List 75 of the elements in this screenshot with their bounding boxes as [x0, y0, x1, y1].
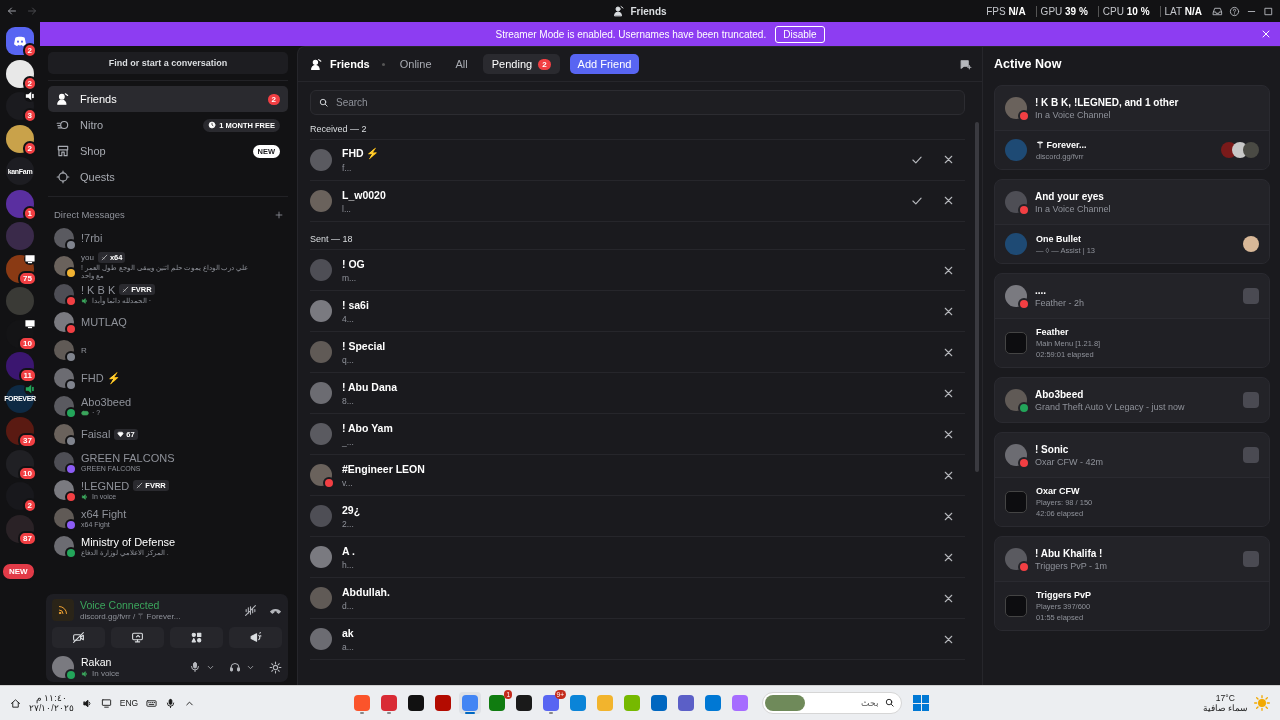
request-name: ! sa6i — [342, 298, 369, 311]
page-title: Friends — [330, 58, 370, 70]
request-username: 4... — [342, 313, 355, 324]
activity-status: In a Voice Channel — [1035, 109, 1112, 120]
unread-badge: 37 — [18, 433, 37, 448]
request-username: v... — [342, 477, 354, 488]
activity-user-name: And your eyes — [1035, 190, 1105, 202]
request-name: ak — [342, 626, 354, 639]
request-username: a... — [342, 641, 354, 652]
dm-name: x64 Fight — [81, 508, 127, 520]
dm-name: Abo3beed — [81, 395, 132, 408]
request-username: m... — [342, 272, 358, 283]
dm-name: GREEN FALCONS — [81, 452, 175, 464]
request-username: 2... — [342, 518, 355, 529]
window-title: Friends — [630, 5, 667, 17]
user-name: Rakan — [81, 656, 113, 668]
nav-label: Friends — [80, 93, 117, 105]
activity-status: In a Voice Channel — [1035, 203, 1112, 214]
stat-readout: CPU 10 % — [1097, 5, 1154, 17]
section-heading: Received — 2 — [310, 123, 367, 134]
count-badge: 2 — [267, 93, 280, 105]
activity-title: Oxar CFW — [1036, 486, 1081, 496]
stat-readout: LAT N/A — [1159, 5, 1206, 17]
request-name: ! Abu Dana — [342, 380, 398, 393]
request-name: ! OG — [342, 257, 365, 270]
dm-name: R — [81, 345, 87, 355]
section-heading: Direct Messages — [54, 209, 125, 220]
request-name: FHD ⚡ — [342, 147, 380, 160]
banner-message: Streamer Mode is enabled. Usernames have been truncated. — [495, 28, 767, 40]
activity-title: One Bullet — [1036, 233, 1082, 244]
stat-readout: FPS N/A — [985, 5, 1027, 17]
dm-name: FHD ⚡ — [81, 371, 121, 385]
activity-user-name: ! Abu Khalifa ! — [1035, 547, 1104, 559]
activity-title: Feather — [1036, 327, 1070, 337]
section-heading: Active Now — [994, 56, 1063, 73]
request-name: #Engineer LEON — [342, 462, 425, 475]
request-username: f... — [342, 163, 353, 173]
nav-label: Quests — [80, 171, 115, 183]
count-badge: 2 — [538, 58, 551, 70]
dm-name: MUTLAQ — [81, 316, 127, 328]
request-username: l... — [342, 203, 352, 214]
request-name: 29¿ — [342, 503, 361, 516]
activity-user-name: ! K B K, !LEGNED, and 1 other — [1035, 96, 1180, 108]
stat-readout: GPU 39 % — [1035, 5, 1092, 17]
voice-status: Voice Connected — [80, 599, 161, 611]
dm-name: Ministry of Defense — [81, 535, 176, 548]
dm-name: !7rbi — [81, 232, 103, 244]
activity-status: Grand Theft Auto V Legacy - just now — [1035, 401, 1186, 412]
user-activity: In voice — [92, 669, 120, 678]
request-username: _... — [342, 436, 355, 447]
activity-title: Triggers PvP — [1036, 590, 1093, 600]
activity-status: Triggers PvP - 1m — [1035, 560, 1109, 571]
dm-name: you — [81, 253, 94, 262]
nav-label: Shop — [80, 145, 106, 157]
activity-user-name: .... — [1035, 284, 1048, 296]
dm-name: Faisal — [81, 428, 111, 440]
activity-status: Feather - 2h — [1035, 297, 1086, 308]
request-name: Abdullah. — [342, 585, 390, 598]
request-name: A . — [342, 544, 356, 557]
dm-name: !LEGNED — [81, 479, 130, 492]
nav-label: Nitro — [80, 119, 104, 131]
request-username: q... — [342, 354, 355, 365]
activity-title: ⚚ Forever... — [1036, 139, 1088, 150]
request-name: ! Special — [342, 339, 386, 352]
request-name: L_w0020 — [342, 188, 386, 201]
activity-user-name: Abo3beed — [1035, 388, 1085, 400]
unread-badge: 11 — [18, 368, 37, 383]
section-heading: Sent — 18 — [310, 233, 353, 244]
request-username: d... — [342, 600, 355, 611]
activity-user-name: ! Sonic — [1035, 443, 1070, 455]
request-username: 8... — [342, 395, 355, 406]
request-username: h... — [342, 559, 355, 570]
dm-name: ! K B K — [81, 283, 116, 296]
request-name: ! Abo Yam — [342, 421, 393, 434]
activity-status: Oxar CFW - 42m — [1035, 456, 1104, 467]
